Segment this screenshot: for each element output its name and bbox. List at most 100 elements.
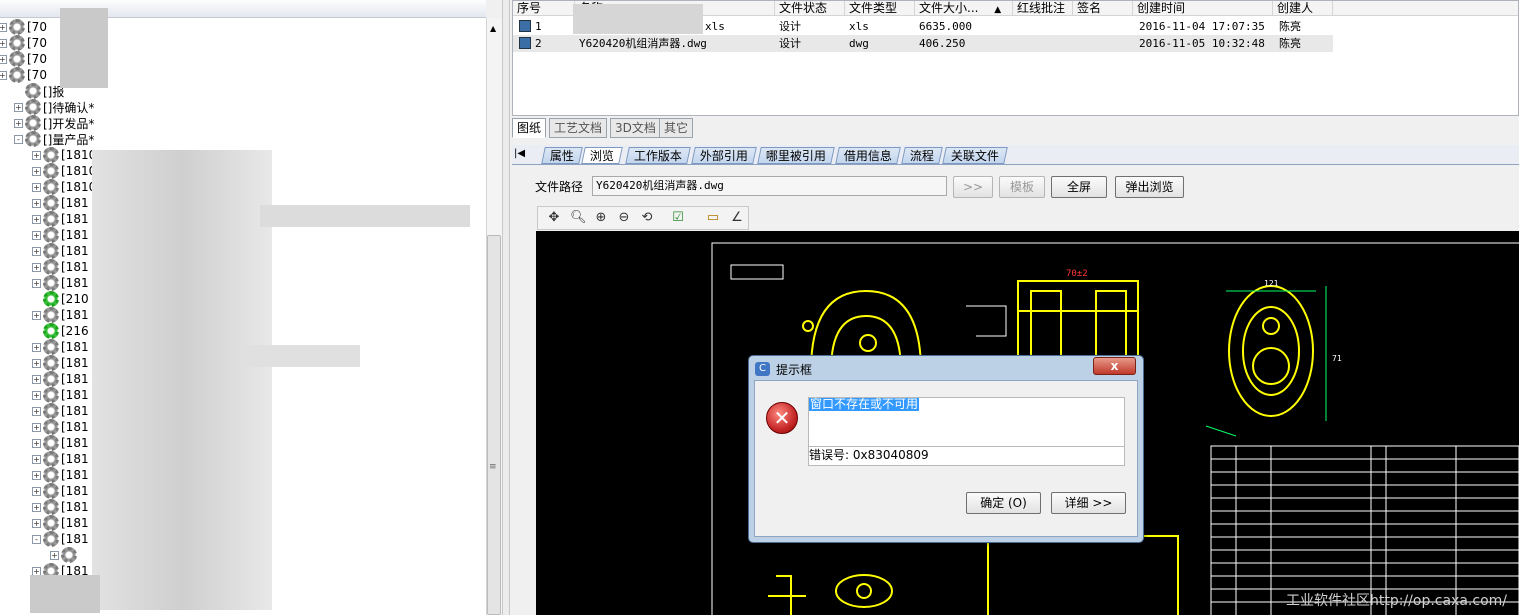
expand-icon[interactable]: + xyxy=(32,198,41,208)
expand-icon[interactable]: + xyxy=(32,470,41,480)
check-icon[interactable]: ☑ xyxy=(670,210,686,226)
zoom-icon[interactable]: 🔍︎ xyxy=(570,210,587,226)
expand-icon[interactable]: + xyxy=(32,166,41,176)
tree-node[interactable]: + [181 xyxy=(32,483,89,499)
tree-node[interactable]: + [181 xyxy=(32,211,89,227)
template-button[interactable]: 模板 xyxy=(999,176,1045,198)
scroll-up-icon[interactable]: ▲ xyxy=(490,24,496,33)
expand-icon[interactable]: + xyxy=(0,38,7,48)
tab-process-docs[interactable]: 工艺文档 xyxy=(549,118,608,138)
expand-icon[interactable]: + xyxy=(32,406,41,416)
tree-node[interactable]: + [181 xyxy=(32,307,89,323)
tree-node[interactable]: + [181 xyxy=(32,387,89,403)
tab-3d-docs[interactable]: 3D文档 xyxy=(610,118,661,138)
tab-related-files[interactable]: 关联文件 xyxy=(942,147,1008,164)
tree-node[interactable]: + [181 xyxy=(32,195,89,211)
tree-node[interactable]: + [181 xyxy=(32,515,89,531)
tab-scroll-left-icon[interactable]: |◀ xyxy=(514,148,525,159)
tree-node[interactable]: + [1810 xyxy=(32,163,96,179)
tree-node[interactable]: + [181 xyxy=(32,259,89,275)
col-size[interactable]: 文件大小... ▲ xyxy=(915,1,1013,16)
col-status[interactable]: 文件状态 xyxy=(775,1,845,16)
expand-icon[interactable]: + xyxy=(32,262,41,272)
expand-icon[interactable]: + xyxy=(32,518,41,528)
popup-browse-button[interactable]: 弹出浏览 xyxy=(1115,176,1184,198)
tree-node[interactable]: + [70 xyxy=(0,35,47,51)
splitter[interactable] xyxy=(502,0,510,615)
col-signature[interactable]: 签名 xyxy=(1073,1,1133,16)
tree-node[interactable]: + [181 xyxy=(32,451,89,467)
collapse-icon[interactable]: - xyxy=(32,534,41,544)
tab-workflow[interactable]: 流程 xyxy=(901,147,943,164)
ruler-icon[interactable]: ▭ xyxy=(705,210,721,226)
tree-node[interactable]: + [181 xyxy=(32,403,89,419)
expand-icon[interactable]: + xyxy=(32,230,41,240)
tree-node[interactable]: + []待确认* xyxy=(14,99,94,115)
expand-icon[interactable]: + xyxy=(32,342,41,352)
tab-work-version[interactable]: 工作版本 xyxy=(625,147,691,164)
tree-node[interactable]: + [181 xyxy=(32,435,89,451)
tab-browse[interactable]: 浏览 xyxy=(581,147,623,164)
expand-icon[interactable]: + xyxy=(32,390,41,400)
measure-angle-icon[interactable]: ∠ xyxy=(729,210,745,226)
tree-node[interactable]: + [181 xyxy=(32,339,89,355)
collapse-icon[interactable]: - xyxy=(14,134,23,144)
zoom-out-icon[interactable]: ⊖ xyxy=(616,210,632,226)
tab-borrow-info[interactable]: 借用信息 xyxy=(835,147,901,164)
expand-icon[interactable]: + xyxy=(14,118,23,128)
tree-node[interactable]: - [181 xyxy=(32,531,89,547)
close-icon[interactable]: x xyxy=(1093,357,1136,375)
tree-node[interactable]: + [70 xyxy=(0,67,47,83)
tree-node[interactable]: + [181 xyxy=(32,227,89,243)
expand-icon[interactable]: + xyxy=(32,358,41,368)
tree-node[interactable]: + xyxy=(50,547,79,563)
expand-icon[interactable]: + xyxy=(0,54,7,64)
expand-icon[interactable]: + xyxy=(32,214,41,224)
expand-icon[interactable]: + xyxy=(50,550,59,560)
col-created[interactable]: 创建时间 xyxy=(1133,1,1273,16)
zoom-in-icon[interactable]: ⊕ xyxy=(593,210,609,226)
tree-node[interactable]: + [181 xyxy=(32,467,89,483)
expand-icon[interactable]: + xyxy=(32,374,41,384)
expand-icon[interactable]: + xyxy=(32,422,41,432)
ok-button[interactable]: 确定 (O) xyxy=(966,492,1041,514)
expand-icon[interactable]: + xyxy=(0,70,7,80)
expand-icon[interactable]: + xyxy=(32,278,41,288)
tab-drawings[interactable]: 图纸 xyxy=(512,118,547,138)
tree-node[interactable]: + [181 xyxy=(32,499,89,515)
message-text[interactable]: 窗口不存在或不可用 xyxy=(809,398,920,411)
tree-node[interactable]: + [181 xyxy=(32,355,89,371)
go-button[interactable]: >> xyxy=(953,176,993,198)
splitter-grip-icon[interactable]: ≡ xyxy=(489,462,497,472)
expand-icon[interactable]: + xyxy=(32,502,41,512)
table-row[interactable]: 2 Y620420机组消声器.dwg 设计 dwg 406.250 2016-1… xyxy=(513,35,1333,52)
tree-node[interactable]: + [181 xyxy=(32,371,89,387)
tab-properties[interactable]: 属性 xyxy=(541,147,583,164)
tree-node[interactable]: + [181 xyxy=(32,275,89,291)
fullscreen-button[interactable]: 全屏 xyxy=(1051,176,1107,198)
col-creator[interactable]: 创建人 xyxy=(1273,1,1333,16)
pan-icon[interactable]: ✥ xyxy=(546,210,562,226)
tree-node[interactable]: - []量产品* xyxy=(14,131,94,147)
col-redline[interactable]: 红线批注 xyxy=(1013,1,1073,16)
expand-icon[interactable]: + xyxy=(32,438,41,448)
expand-icon[interactable]: + xyxy=(32,246,41,256)
expand-icon[interactable]: + xyxy=(32,182,41,192)
tree-node[interactable]: + [1810 xyxy=(32,147,96,163)
tree-node[interactable]: + [1810 xyxy=(32,179,96,195)
zoom-fit-icon[interactable]: ⟲ xyxy=(639,210,655,226)
tree-node[interactable]: [216 xyxy=(32,323,89,339)
tree-scroll-thumb[interactable] xyxy=(487,235,501,615)
tab-where-used[interactable]: 哪里被引用 xyxy=(757,147,835,164)
expand-icon[interactable]: + xyxy=(0,22,7,32)
col-type[interactable]: 文件类型 xyxy=(845,1,915,16)
tree-node[interactable]: + [70 xyxy=(0,51,47,67)
tree-node[interactable]: + []开发品* xyxy=(14,115,94,131)
table-row[interactable]: 1 xls 设计 xls 6635.000 2016-11-04 17:07:3… xyxy=(513,4,1333,35)
expand-icon[interactable]: + xyxy=(32,454,41,464)
expand-icon[interactable]: + xyxy=(14,102,23,112)
tree-node[interactable]: + [181 xyxy=(32,419,89,435)
expand-icon[interactable]: + xyxy=(32,150,41,160)
col-index[interactable]: 序号 xyxy=(513,1,575,16)
tree-node[interactable]: + [70 xyxy=(0,19,47,35)
